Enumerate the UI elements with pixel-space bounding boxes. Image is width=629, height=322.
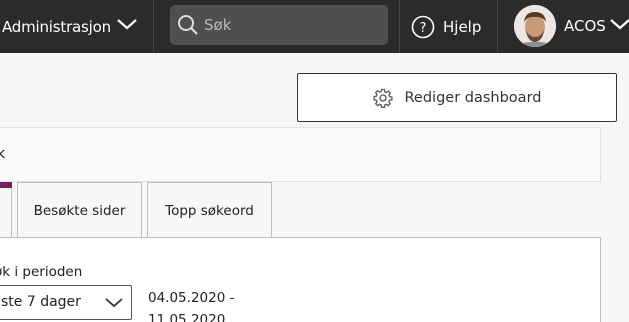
tab-visited-pages[interactable]: Besøkte sider xyxy=(17,182,142,238)
svg-text:?: ? xyxy=(420,21,427,36)
administration-menu[interactable]: Administrasjon xyxy=(0,0,153,53)
edit-dashboard-label: Rediger dashboard xyxy=(404,89,542,106)
user-menu[interactable]: ACOS xyxy=(513,0,629,53)
edit-dashboard-button[interactable]: Rediger dashboard xyxy=(297,73,617,122)
divider xyxy=(399,0,400,53)
active-tab-border xyxy=(11,188,12,238)
search-box[interactable] xyxy=(170,5,388,45)
search-icon xyxy=(178,15,198,35)
period-select[interactable]: ste 7 dager xyxy=(0,285,132,320)
chevron-down-icon xyxy=(610,19,629,30)
date-to: 11.05.2020 xyxy=(148,312,226,322)
tab-top-search-terms[interactable]: Topp søkeord xyxy=(147,182,272,238)
help-button[interactable]: ? Hjelp xyxy=(411,0,481,53)
divider xyxy=(153,0,154,53)
widget-title: k xyxy=(0,146,6,162)
gear-icon xyxy=(372,88,393,108)
chevron-down-icon xyxy=(105,298,123,308)
chevron-down-icon xyxy=(117,19,137,30)
help-label: Hjelp xyxy=(443,17,482,36)
help-icon: ? xyxy=(411,15,435,38)
date-range: 04.05.2020 - 11.05.2020 xyxy=(148,287,258,322)
avatar xyxy=(514,5,556,47)
administration-label: Administrasjon xyxy=(2,17,111,36)
period-select-value: ste 7 dager xyxy=(1,294,81,310)
divider xyxy=(497,0,498,53)
widget-header xyxy=(0,127,601,182)
search-input[interactable] xyxy=(204,5,380,45)
date-from: 04.05.2020 - xyxy=(148,290,235,306)
top-navigation-bar: Administrasjon ? Hjelp ACOS xyxy=(0,0,629,53)
period-label: øk i perioden xyxy=(0,264,83,280)
user-name: ACOS xyxy=(564,17,606,35)
